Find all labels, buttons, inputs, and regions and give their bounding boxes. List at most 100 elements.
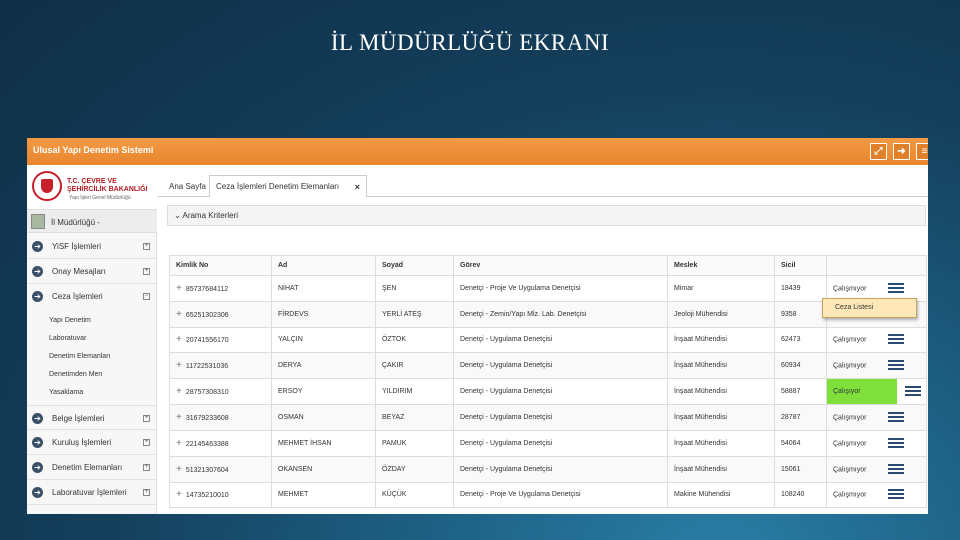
table-header-row: Kimlik No Ad Soyad Görev Meslek Sicil <box>169 255 927 276</box>
expand-row-icon[interactable]: + <box>176 438 182 449</box>
arrow-right-icon: ➔ <box>32 266 43 277</box>
cell-gorev: Denetçi - Zemin/Yapı Mlz. Lab. Denetçisi <box>453 300 668 328</box>
table-row[interactable]: +11722531036 DERYA ÇAKIR Denetçi - Uygul… <box>169 352 927 380</box>
column-header[interactable]: Meslek <box>667 255 775 276</box>
cell-meslek: İnşaat Mühendisi <box>667 326 775 354</box>
submenu-laboratuvar[interactable]: Laboratuvar <box>49 335 86 342</box>
table-row[interactable]: +85737684112 NİHAT ŞEN Denetçi - Proje V… <box>169 275 927 302</box>
expand-row-icon[interactable]: + <box>176 386 182 397</box>
column-header[interactable]: Ad <box>271 255 376 276</box>
expand-row-icon[interactable]: + <box>176 412 182 423</box>
cell-gorev: Denetçi - Proje Ve Uygulama Denetçisi <box>453 275 668 302</box>
row-menu-icon[interactable] <box>888 463 905 475</box>
column-header[interactable]: Sicil <box>774 255 827 276</box>
arrow-right-icon: ➔ <box>32 291 43 302</box>
sidebar-item-label: Kuruluş İşlemleri <box>52 438 112 447</box>
cell-sicil: 28787 <box>774 404 827 431</box>
tab-ceza-denetim-elemanlari[interactable]: Ceza İşlemleri Denetim Elemanları × <box>209 175 367 198</box>
expand-icon[interactable]: + <box>143 439 150 446</box>
cell-meslek: İnşaat Mühendisi <box>667 404 775 431</box>
cell-sicil: 9358 <box>774 300 827 328</box>
row-menu-icon[interactable] <box>888 360 905 372</box>
emblem-icon <box>32 171 62 201</box>
cell-durum: Çalışmıyor <box>833 336 867 344</box>
sidebar-item-onay[interactable]: ➔ Onay Mesajları + <box>27 259 157 284</box>
sidebar-item-belge[interactable]: ➔ Belge İşlemleri + <box>27 405 157 430</box>
row-menu-icon[interactable] <box>888 412 905 424</box>
cell-meslek: İnşaat Mühendisi <box>667 455 775 483</box>
row-menu-icon[interactable] <box>888 489 905 501</box>
sidebar-item-yisf[interactable]: ➔ YiSF İşlemleri + <box>27 234 157 259</box>
expand-icon[interactable]: + <box>143 489 150 496</box>
cell-soyad: YERLİ ATEŞ <box>375 300 454 328</box>
cell-sicil: 54064 <box>774 429 827 457</box>
sidebar-item-label: Onay Mesajları <box>52 267 106 276</box>
expand-row-icon[interactable]: + <box>176 334 182 345</box>
expand-row-icon[interactable]: + <box>176 360 182 371</box>
cell-sicil: 15061 <box>774 455 827 483</box>
sidebar-item-ceza[interactable]: ➔ Ceza İşlemleri − <box>27 284 157 309</box>
table-row[interactable]: +31679233608 OSMAN BEYAZ Denetçi - Uygul… <box>169 404 927 431</box>
arrow-right-icon: ➔ <box>32 413 43 424</box>
row-menu-icon[interactable] <box>888 282 905 294</box>
main-content: Ana Sayfa Ceza İşlemleri Denetim Elemanl… <box>158 165 928 514</box>
submenu-yapi-denetim[interactable]: Yapı Denetim <box>49 317 91 324</box>
collapse-icon[interactable]: ≡ <box>916 143 928 160</box>
arrow-right-icon: ➔ <box>32 437 43 448</box>
close-icon[interactable]: × <box>355 182 360 192</box>
submenu-yasaklama[interactable]: Yasaklama <box>49 389 83 396</box>
cell-durum: Çalışmıyor <box>833 491 867 499</box>
search-criteria-panel[interactable]: ⌄ Arama Kriterleri <box>167 205 926 226</box>
cell-gorev: Denetçi - Proje Ve Uygulama Denetçisi <box>453 481 668 509</box>
cell-kimlik: 65251302306 <box>185 311 229 319</box>
ceza-listesi-menu-item[interactable]: Ceza Listesi <box>822 298 917 318</box>
cell-durum: Çalışmıyor <box>833 414 867 422</box>
collapse-toggle-icon[interactable]: − <box>143 293 150 300</box>
cell-ad: YALÇIN <box>271 326 376 354</box>
table-row[interactable]: +28757308310 ERSOY YILDIRIM Denetçi - Uy… <box>169 378 927 406</box>
cell-meslek: İnşaat Mühendisi <box>667 429 775 457</box>
expand-icon[interactable]: + <box>143 243 150 250</box>
expand-row-icon[interactable]: + <box>176 283 182 294</box>
cell-gorev: Denetçi - Uygulama Denetçisi <box>453 378 668 406</box>
ministry-logo: T.C. ÇEVRE VE ŞEHİRCİLİK BAKANLIĞI Yapı … <box>27 165 157 209</box>
user-row[interactable]: İl Müdürlüğü - <box>27 209 157 233</box>
cell-durum-highlighted: Çalışıyor <box>827 379 897 404</box>
expand-row-icon[interactable]: + <box>176 489 182 500</box>
column-header[interactable]: Görev <box>453 255 668 276</box>
column-header[interactable]: Kimlik No <box>169 255 272 276</box>
column-header[interactable]: Soyad <box>375 255 454 276</box>
table-row[interactable]: +20741556170 YALÇIN ÖZTOK Denetçi - Uygu… <box>169 326 927 354</box>
logout-icon[interactable]: ➜ <box>893 143 910 160</box>
cell-kimlik: 85737684112 <box>185 285 229 293</box>
table-row[interactable]: +65251302306 FİRDEVS YERLİ ATEŞ Denetçi … <box>169 300 927 328</box>
logo-line1: T.C. ÇEVRE VE <box>67 178 117 185</box>
sidebar-item-label: Ceza İşlemleri <box>52 292 103 301</box>
cell-ad: FİRDEVS <box>271 300 376 328</box>
table-row[interactable]: +14735210010 MEHMET KÜÇÜK Denetçi - Proj… <box>169 481 927 509</box>
sidebar-item-label: YiSF İşlemleri <box>52 242 102 251</box>
expand-icon[interactable]: + <box>143 268 150 275</box>
table-row[interactable]: +51321307604 OKANSEN ÖZDAY Denetçi - Uyg… <box>169 455 927 483</box>
tab-home[interactable]: Ana Sayfa <box>169 182 206 191</box>
cell-durum: Çalışmıyor <box>833 466 867 474</box>
expand-row-icon[interactable]: + <box>176 464 182 475</box>
fullscreen-icon[interactable]: ⤢ <box>870 143 887 160</box>
submenu-denetimden-men[interactable]: Denetimden Men <box>49 371 102 378</box>
cell-kimlik: 51321307604 <box>185 466 229 474</box>
row-menu-icon[interactable] <box>888 334 905 346</box>
table-row[interactable]: +22145463388 MEHMET İHSAN PAMUK Denetçi … <box>169 429 927 457</box>
submenu-denetim-elemanlari[interactable]: Denetim Elemanları <box>49 353 110 360</box>
cell-gorev: Denetçi - Uygulama Denetçisi <box>453 326 668 354</box>
row-menu-icon[interactable] <box>905 385 921 397</box>
cell-meslek: İnşaat Mühendisi <box>667 352 775 380</box>
expand-icon[interactable]: + <box>143 464 150 471</box>
row-menu-icon[interactable] <box>888 437 905 449</box>
cell-soyad: PAMUK <box>375 429 454 457</box>
cell-meslek: Makine Mühendisi <box>667 481 775 509</box>
expand-icon[interactable]: + <box>143 415 150 422</box>
sidebar-item-kurulus[interactable]: ➔ Kuruluş İşlemleri + <box>27 430 157 455</box>
expand-row-icon[interactable]: + <box>176 309 182 320</box>
sidebar-item-denetim-elemanlari[interactable]: ➔ Denetim Elemanları + <box>27 455 157 480</box>
sidebar-item-laboratuvar[interactable]: ➔ Laboratuvar İşlemleri + <box>27 480 157 505</box>
